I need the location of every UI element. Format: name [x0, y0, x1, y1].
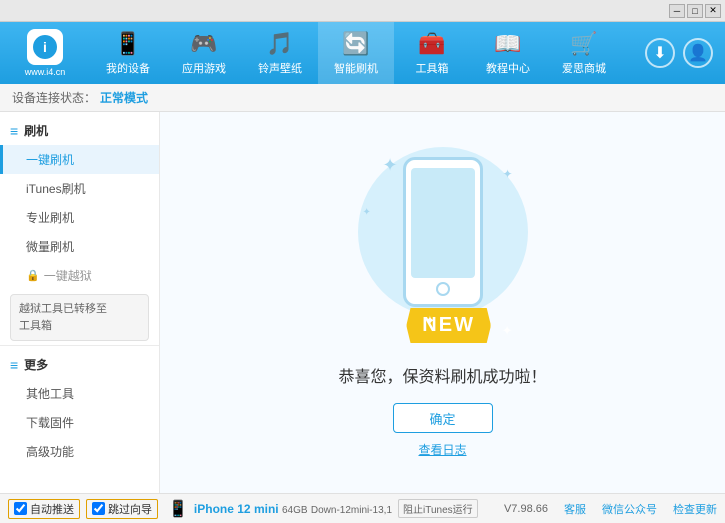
disabled-jailbreak-label: 一键越狱 [44, 267, 92, 284]
sparkle-2: ✦ [502, 167, 512, 181]
sidebar-item-advanced[interactable]: 高级功能 [0, 437, 159, 466]
phone-body [403, 157, 483, 307]
status-label: 设备连接状态： [12, 89, 96, 106]
nav-items: 📱 我的设备 🎮 应用游戏 🎵 铃声壁纸 🔄 智能刷机 🧰 工具箱 📖 教程中心… [90, 22, 645, 84]
version-text: V7.98.66 [504, 503, 548, 515]
sparkle-1: ✦ [383, 155, 398, 176]
sparkle-3: ✦ [363, 207, 371, 218]
nav-apps-games[interactable]: 🎮 应用游戏 [166, 22, 242, 84]
nav-toolbox[interactable]: 🧰 工具箱 [394, 22, 470, 84]
device-os: Down-12mini-13,1 [311, 505, 392, 516]
phone-screen [411, 168, 475, 278]
sidebar-item-pro-flash[interactable]: 专业刷机 [0, 203, 159, 232]
statusbar: 设备连接状态： 正常模式 [0, 84, 725, 112]
more-group-header: ≡ 更多 [0, 350, 159, 379]
status-value: 正常模式 [100, 89, 148, 106]
flash-group-label: 刷机 [24, 122, 48, 139]
nav-ringtones[interactable]: 🎵 铃声壁纸 [242, 22, 318, 84]
download-button[interactable]: ⬇ [645, 38, 675, 68]
auto-push-checkbox[interactable] [14, 502, 27, 515]
ringtones-icon: 🎵 [266, 31, 293, 57]
confirm-button[interactable]: 确定 [393, 403, 493, 433]
lock-icon: 🔒 [26, 269, 40, 282]
bottombar: 自动推送 跳过向导 📱 iPhone 12 mini 64GB Down-12m… [0, 493, 725, 523]
sidebar-item-itunes-flash[interactable]: iTunes刷机 [0, 174, 159, 203]
main-layout: ≡ 刷机 一键刷机 iTunes刷机 专业刷机 微量刷机 🔒 一键越狱 越狱工具… [0, 112, 725, 493]
shop-label: 爱思商城 [562, 60, 606, 76]
notice-text: 越狱工具已转移至工具箱 [19, 303, 107, 332]
badge-star-left: ✦ [425, 313, 436, 329]
auto-push-checkbox-group: 自动推送 [8, 499, 80, 519]
navbar-right: ⬇ 👤 [645, 38, 725, 68]
apps-games-label: 应用游戏 [182, 60, 226, 76]
close-button[interactable]: ✕ [705, 4, 721, 18]
more-group-label: 更多 [24, 356, 48, 373]
wizard-checkbox-group: 跳过向导 [86, 499, 158, 519]
wizard-checkbox[interactable] [92, 502, 105, 515]
device-name: iPhone 12 mini [194, 502, 279, 516]
navbar: i www.i4.cn 📱 我的设备 🎮 应用游戏 🎵 铃声壁纸 🔄 智能刷机 … [0, 22, 725, 84]
tutorials-icon: 📖 [494, 31, 521, 57]
auto-push-label: 自动推送 [30, 501, 74, 517]
sidebar: ≡ 刷机 一键刷机 iTunes刷机 专业刷机 微量刷机 🔒 一键越狱 越狱工具… [0, 112, 160, 493]
phone-home-btn [436, 282, 450, 296]
wizard-label: 跳过向导 [108, 501, 152, 517]
shop-icon: 🛒 [570, 31, 597, 57]
minimize-button[interactable]: ─ [669, 4, 685, 18]
user-button[interactable]: 👤 [683, 38, 713, 68]
device-info: iPhone 12 mini 64GB Down-12mini-13,1 [194, 502, 392, 516]
my-device-icon: 📱 [114, 31, 141, 57]
logo-subtitle: www.i4.cn [25, 67, 66, 77]
sidebar-item-download-firmware[interactable]: 下载固件 [0, 408, 159, 437]
check-update-link[interactable]: 检查更新 [673, 501, 717, 517]
sidebar-notice: 越狱工具已转移至工具箱 [10, 294, 149, 341]
apps-games-icon: 🎮 [190, 31, 217, 57]
bottom-right-section: V7.98.66 客服 微信公众号 检查更新 [504, 501, 717, 517]
app-logo: i www.i4.cn [0, 29, 90, 77]
smart-flash-label: 智能刷机 [334, 60, 378, 76]
titlebar: ─ □ ✕ [0, 0, 725, 22]
ringtones-label: 铃声壁纸 [258, 60, 302, 76]
nav-smart-flash[interactable]: 🔄 智能刷机 [318, 22, 394, 84]
nav-my-device[interactable]: 📱 我的设备 [90, 22, 166, 84]
smart-flash-icon: 🔄 [342, 31, 369, 57]
itunes-status-label[interactable]: 阻止iTunes运行 [398, 499, 478, 518]
my-device-label: 我的设备 [106, 60, 150, 76]
toolbox-icon: 🧰 [418, 31, 445, 57]
device-icon: 📱 [168, 499, 188, 519]
flash-group-header: ≡ 刷机 [0, 116, 159, 145]
success-text: 恭喜您，保资料刷机成功啦！ [338, 363, 546, 387]
svg-text:i: i [43, 39, 47, 55]
nav-tutorials[interactable]: 📖 教程中心 [470, 22, 546, 84]
view-log-link[interactable]: 查看日志 [418, 441, 466, 458]
phone-illustration: ✦ ✦ ✦ NEW ✦ ✦ [353, 147, 533, 347]
wechat-official-link[interactable]: 微信公众号 [602, 501, 657, 517]
maximize-button[interactable]: □ [687, 4, 703, 18]
sidebar-item-micro-flash[interactable]: 微量刷机 [0, 232, 159, 261]
sidebar-divider [0, 345, 159, 346]
nav-shop[interactable]: 🛒 爱思商城 [546, 22, 622, 84]
sidebar-disabled-jailbreak: 🔒 一键越狱 [0, 261, 159, 290]
more-group-icon: ≡ [10, 357, 18, 373]
logo-icon: i [27, 29, 63, 65]
tutorials-label: 教程中心 [486, 60, 530, 76]
service-link[interactable]: 客服 [564, 501, 586, 517]
sidebar-item-one-click-flash[interactable]: 一键刷机 [0, 145, 159, 174]
device-storage: 64GB [282, 505, 308, 516]
sidebar-item-other-tools[interactable]: 其他工具 [0, 379, 159, 408]
badge-star-right: ✦ [502, 323, 513, 339]
flash-group-icon: ≡ [10, 123, 18, 139]
new-badge: NEW [406, 308, 491, 343]
toolbox-label: 工具箱 [416, 60, 449, 76]
content-area: ✦ ✦ ✦ NEW ✦ ✦ 恭喜您，保资料刷机成功啦！ 确定 查看日志 [160, 112, 725, 493]
